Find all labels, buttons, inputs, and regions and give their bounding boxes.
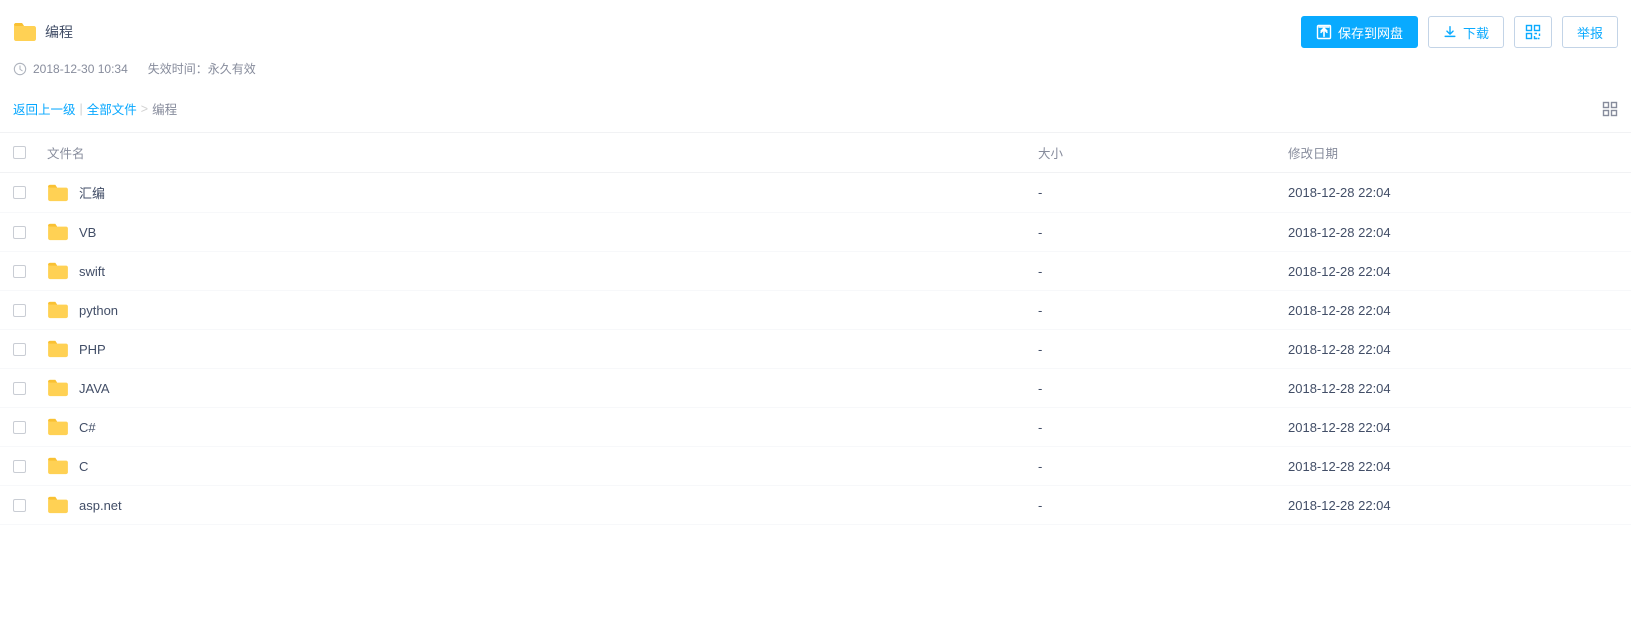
file-date: 2018-12-28 22:04 — [1288, 303, 1618, 318]
expiry-label: 失效时间：永久有效 — [148, 60, 256, 77]
file-size: - — [1038, 342, 1288, 357]
table-row: C -2018-12-28 22:04 — [0, 447, 1631, 486]
table-row: 汇编 -2018-12-28 22:04 — [0, 173, 1631, 213]
select-all-checkbox[interactable] — [13, 146, 26, 159]
breadcrumb-sep: | — [80, 102, 83, 116]
qr-icon — [1525, 24, 1541, 40]
file-size: - — [1038, 459, 1288, 474]
table-row: VB -2018-12-28 22:04 — [0, 213, 1631, 252]
folder-icon — [47, 223, 69, 241]
table-row: PHP -2018-12-28 22:04 — [0, 330, 1631, 369]
download-icon — [1443, 25, 1457, 39]
folder-icon — [47, 301, 69, 319]
shared-time: 2018-12-30 10:34 — [33, 62, 128, 76]
file-name[interactable]: PHP — [79, 342, 106, 357]
file-name[interactable]: python — [79, 303, 118, 318]
file-date: 2018-12-28 22:04 — [1288, 342, 1618, 357]
folder-icon — [13, 22, 37, 42]
file-date: 2018-12-28 22:04 — [1288, 498, 1618, 513]
table-row: C# -2018-12-28 22:04 — [0, 408, 1631, 447]
report-button-label: 举报 — [1577, 23, 1603, 42]
column-header-size[interactable]: 大小 — [1038, 143, 1288, 162]
file-size: - — [1038, 225, 1288, 240]
file-name[interactable]: asp.net — [79, 498, 122, 513]
file-date: 2018-12-28 22:04 — [1288, 225, 1618, 240]
row-checkbox[interactable] — [13, 460, 26, 473]
folder-icon — [47, 418, 69, 436]
column-header-date[interactable]: 修改日期 — [1288, 143, 1618, 162]
file-name[interactable]: swift — [79, 264, 105, 279]
toolbar: 保存到网盘 下载 举报 — [1301, 16, 1618, 48]
file-size: - — [1038, 303, 1288, 318]
row-checkbox[interactable] — [13, 343, 26, 356]
row-checkbox[interactable] — [13, 186, 26, 199]
row-checkbox[interactable] — [13, 265, 26, 278]
table-row: python -2018-12-28 22:04 — [0, 291, 1631, 330]
folder-icon — [47, 379, 69, 397]
file-size: - — [1038, 498, 1288, 513]
download-button-label: 下载 — [1463, 23, 1489, 42]
download-button[interactable]: 下载 — [1428, 16, 1504, 48]
report-button[interactable]: 举报 — [1562, 16, 1618, 48]
table-row: JAVA -2018-12-28 22:04 — [0, 369, 1631, 408]
row-checkbox[interactable] — [13, 226, 26, 239]
save-button-label: 保存到网盘 — [1338, 23, 1403, 42]
breadcrumb: 返回上一级 | 全部文件 > 编程 — [0, 93, 1631, 133]
file-date: 2018-12-28 22:04 — [1288, 185, 1618, 200]
column-header-name[interactable]: 文件名 — [47, 143, 1038, 162]
folder-icon — [47, 340, 69, 358]
row-checkbox[interactable] — [13, 499, 26, 512]
file-size: - — [1038, 264, 1288, 279]
folder-icon — [47, 496, 69, 514]
file-name[interactable]: VB — [79, 225, 96, 240]
file-size: - — [1038, 420, 1288, 435]
list-header: 文件名 大小 修改日期 — [0, 133, 1631, 173]
breadcrumb-current: 编程 — [152, 99, 177, 118]
file-date: 2018-12-28 22:04 — [1288, 264, 1618, 279]
file-size: - — [1038, 185, 1288, 200]
folder-icon — [47, 262, 69, 280]
file-size: - — [1038, 381, 1288, 396]
grid-view-toggle[interactable] — [1602, 101, 1618, 117]
clock-icon — [13, 62, 27, 76]
folder-icon — [47, 457, 69, 475]
file-name[interactable]: C — [79, 459, 88, 474]
breadcrumb-back[interactable]: 返回上一级 — [13, 99, 76, 118]
row-checkbox[interactable] — [13, 421, 26, 434]
table-row: swift -2018-12-28 22:04 — [0, 252, 1631, 291]
qr-button[interactable] — [1514, 16, 1552, 48]
save-to-cloud-button[interactable]: 保存到网盘 — [1301, 16, 1418, 48]
file-name[interactable]: JAVA — [79, 381, 110, 396]
file-name[interactable]: 汇编 — [79, 183, 105, 202]
save-icon — [1316, 24, 1332, 40]
file-date: 2018-12-28 22:04 — [1288, 459, 1618, 474]
table-row: asp.net -2018-12-28 22:04 — [0, 486, 1631, 525]
page-title: 编程 — [45, 22, 73, 42]
row-checkbox[interactable] — [13, 304, 26, 317]
breadcrumb-all-files[interactable]: 全部文件 — [87, 99, 137, 118]
file-name[interactable]: C# — [79, 420, 96, 435]
file-date: 2018-12-28 22:04 — [1288, 381, 1618, 396]
file-date: 2018-12-28 22:04 — [1288, 420, 1618, 435]
folder-icon — [47, 184, 69, 202]
breadcrumb-sep: > — [141, 102, 148, 116]
row-checkbox[interactable] — [13, 382, 26, 395]
